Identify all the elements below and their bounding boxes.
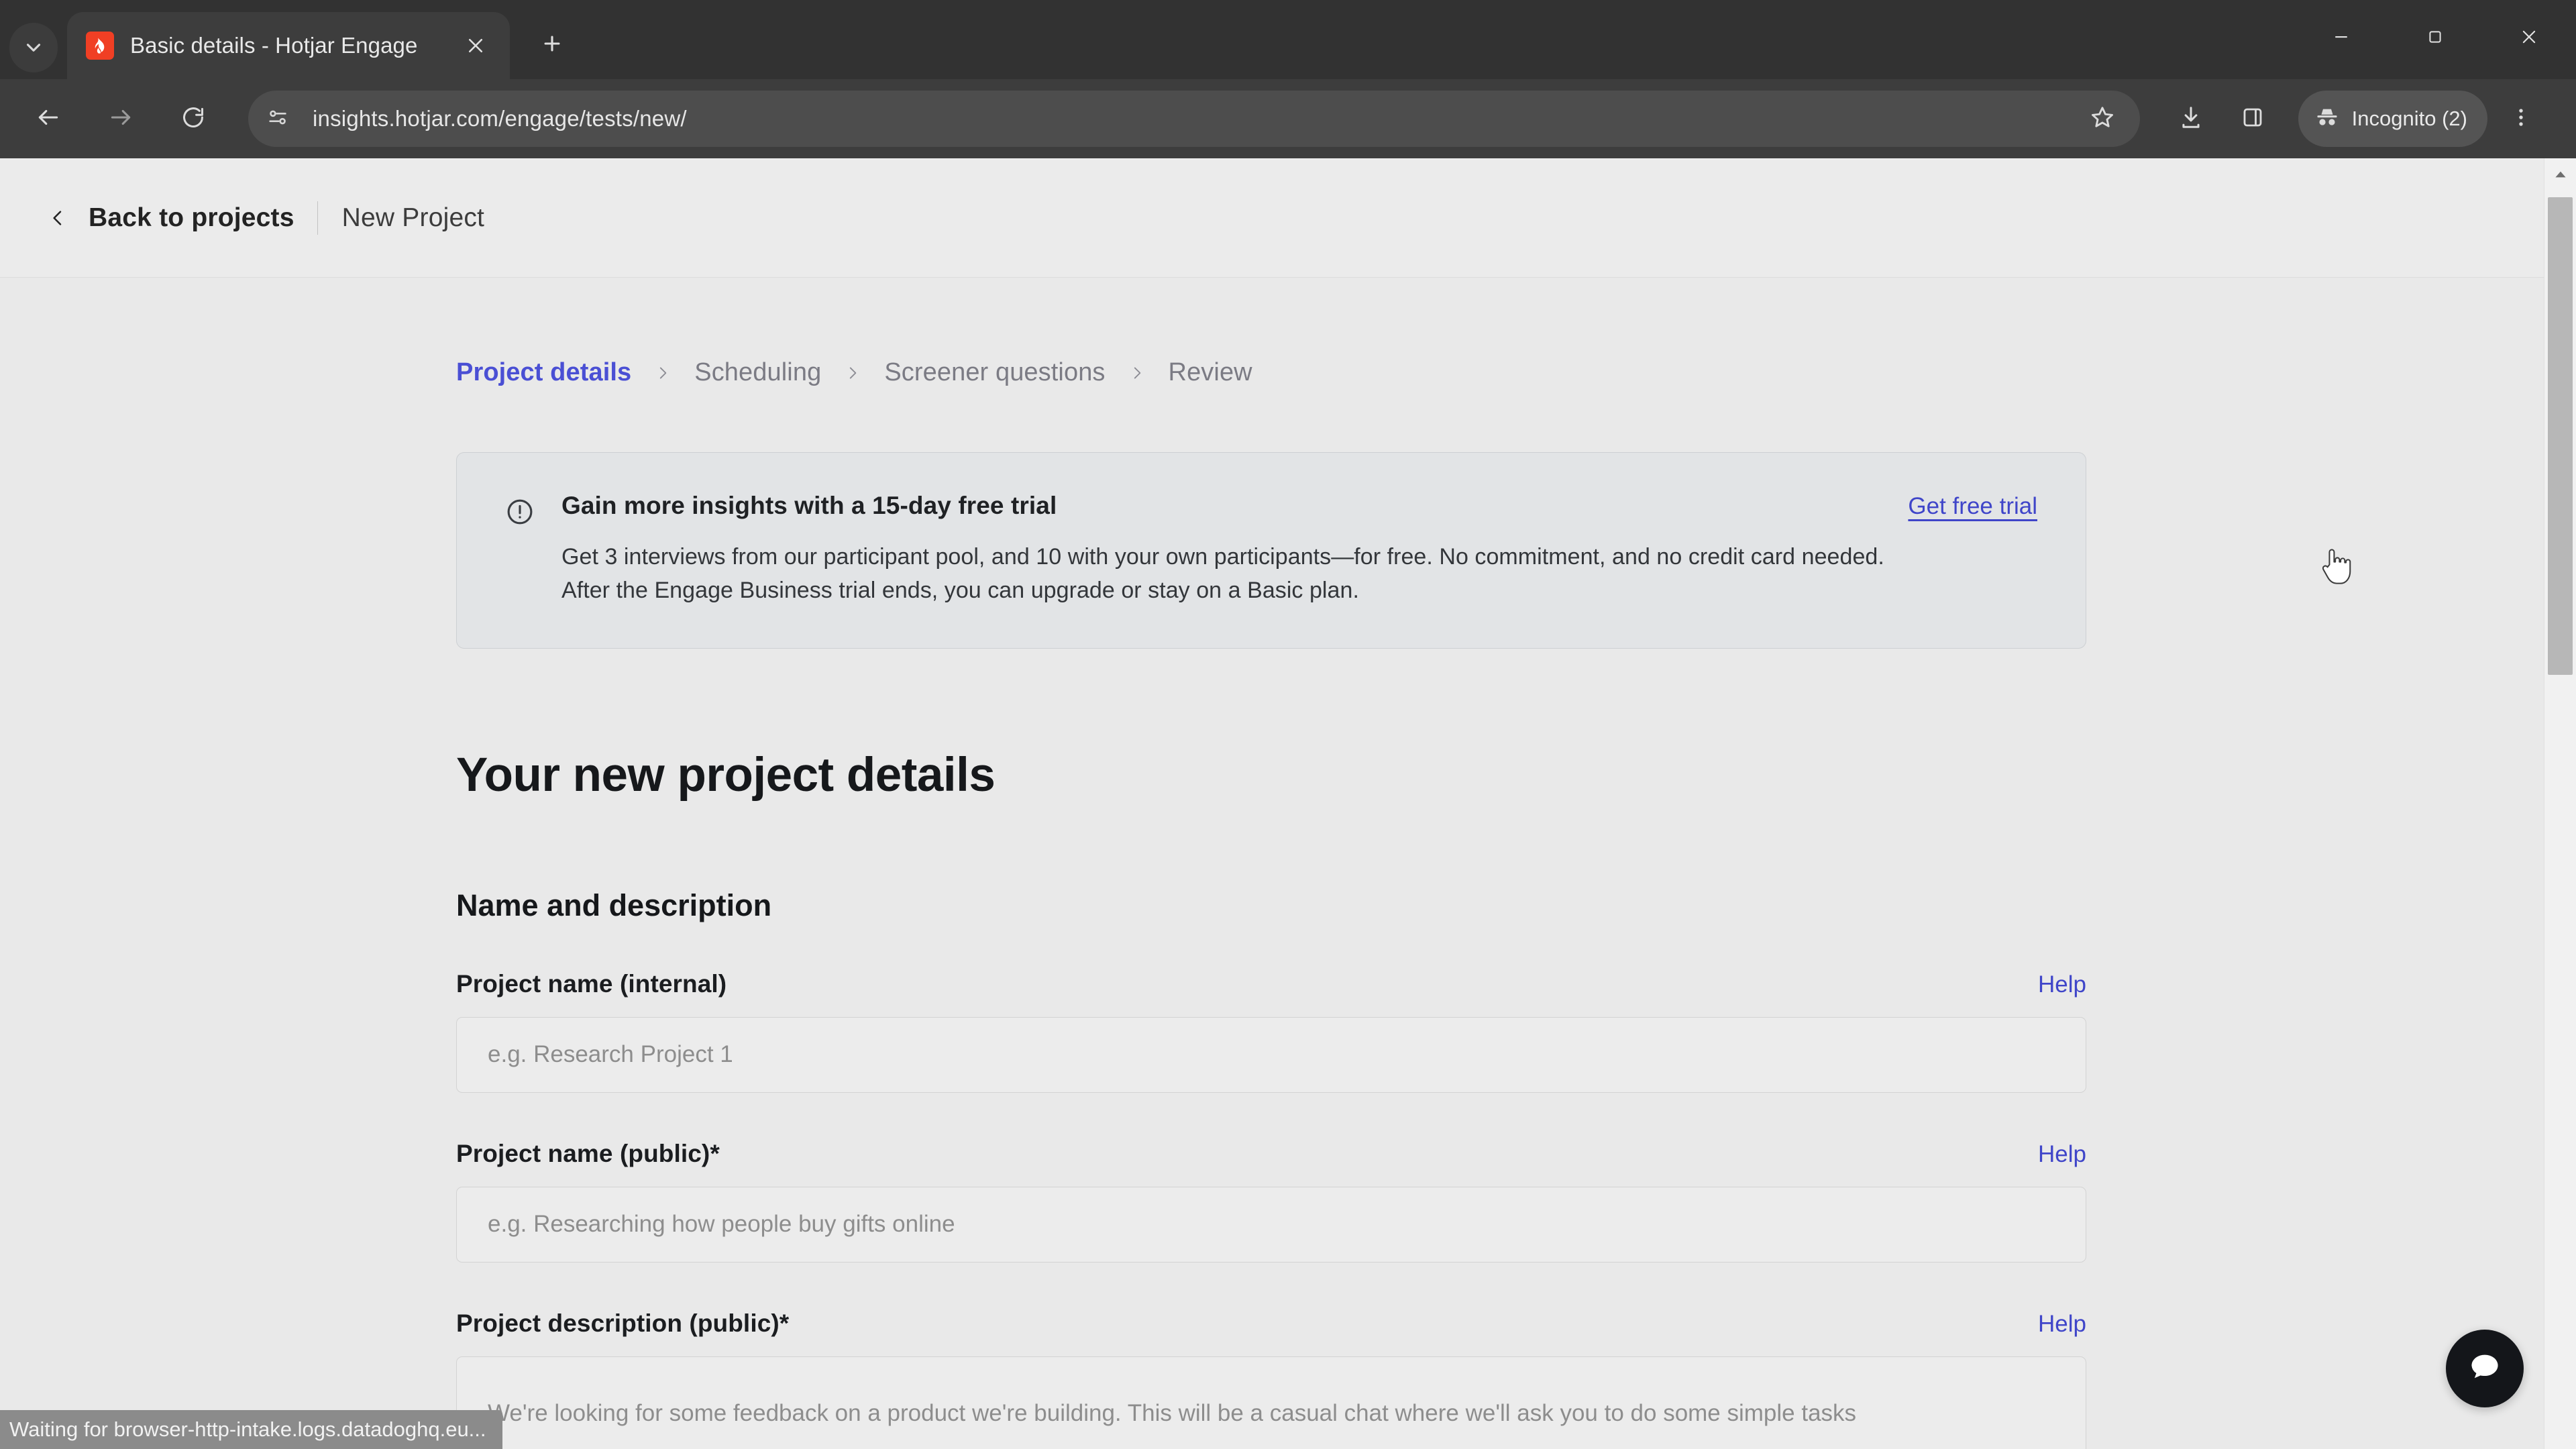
- project-name-internal-input[interactable]: [456, 1016, 2086, 1093]
- section-title-name-and-description: Name and description: [456, 888, 772, 922]
- project-name-public-input[interactable]: [456, 1186, 2086, 1263]
- field-header: Project name (public)* Help: [456, 1140, 2086, 1168]
- browser-window: Basic details - Hotjar Engage insights.h…: [0, 0, 2576, 1449]
- browser-toolbar: insights.hotjar.com/engage/tests/new/ In…: [0, 79, 2576, 158]
- step-scheduling[interactable]: Scheduling: [694, 358, 821, 387]
- window-close-button[interactable]: [2482, 0, 2576, 74]
- field-header: Project description (public)* Help: [456, 1309, 2086, 1338]
- help-link[interactable]: Help: [2038, 1141, 2086, 1168]
- chevron-down-icon: [22, 36, 45, 59]
- banner-title: Gain more insights with a 15-day free tr…: [561, 492, 1057, 519]
- help-link[interactable]: Help: [2038, 1311, 2086, 1338]
- tab-strip: Basic details - Hotjar Engage: [0, 0, 2576, 79]
- chevron-right-icon: [844, 360, 861, 386]
- step-project-details[interactable]: Project details: [456, 358, 631, 387]
- page-viewport: Back to projects New Project Project det…: [0, 158, 2576, 1449]
- star-icon: [2090, 105, 2115, 133]
- new-tab-button[interactable]: [529, 21, 576, 68]
- incognito-label: Incognito (2): [2351, 107, 2467, 130]
- alert-circle-icon: [505, 497, 535, 608]
- tab-close-button[interactable]: [458, 28, 494, 64]
- project-description-public-textarea[interactable]: [456, 1356, 2086, 1449]
- browser-tab[interactable]: Basic details - Hotjar Engage: [67, 12, 510, 79]
- downloads-button[interactable]: [2163, 91, 2219, 147]
- site-settings-button[interactable]: [255, 96, 301, 142]
- hotjar-favicon: [86, 32, 114, 60]
- page-content: Back to projects New Project Project det…: [0, 158, 2544, 1449]
- back-to-projects-link[interactable]: Back to projects: [47, 203, 317, 233]
- chevron-right-icon: [1128, 360, 1146, 386]
- app-header: Back to projects New Project: [0, 158, 2544, 278]
- step-screener-questions[interactable]: Screener questions: [884, 358, 1105, 387]
- browser-menu-button[interactable]: [2493, 91, 2549, 147]
- field-project-name-internal: Project name (internal) Help: [456, 970, 2086, 1093]
- tab-search-button[interactable]: [9, 23, 58, 72]
- download-icon: [2178, 105, 2204, 133]
- scroll-up-arrow-icon[interactable]: [2544, 158, 2576, 191]
- incognito-hat-icon: [2314, 105, 2340, 133]
- side-panel-icon: [2241, 105, 2265, 133]
- field-header: Project name (internal) Help: [456, 970, 2086, 998]
- window-maximize-button[interactable]: [2388, 0, 2482, 74]
- free-trial-banner: Gain more insights with a 15-day free tr…: [456, 452, 2086, 649]
- page-scrollbar[interactable]: [2544, 158, 2576, 1449]
- header-divider: [317, 201, 318, 235]
- field-label: Project name (public)*: [456, 1139, 720, 1167]
- forward-button[interactable]: [93, 91, 149, 147]
- get-free-trial-link[interactable]: Get free trial: [1908, 493, 2037, 520]
- reload-button[interactable]: [165, 91, 221, 147]
- banner-description: Get 3 interviews from our participant po…: [561, 544, 1884, 604]
- field-label: Project description (public)*: [456, 1309, 790, 1337]
- chat-launcher-button[interactable]: [2446, 1330, 2524, 1407]
- chevron-left-icon: [47, 204, 68, 232]
- step-review[interactable]: Review: [1169, 358, 1252, 387]
- field-project-name-public: Project name (public)* Help: [456, 1140, 2086, 1263]
- banner-body: Gain more insights with a 15-day free tr…: [561, 492, 2039, 608]
- page-title: Your new project details: [456, 748, 996, 802]
- window-minimize-button[interactable]: [2294, 0, 2388, 74]
- tab-title: Basic details - Hotjar Engage: [130, 33, 418, 58]
- incognito-indicator[interactable]: Incognito (2): [2298, 91, 2487, 147]
- back-to-projects-label: Back to projects: [89, 203, 294, 232]
- chevron-right-icon: [654, 360, 672, 386]
- side-panel-button[interactable]: [2224, 91, 2281, 147]
- help-link[interactable]: Help: [2038, 971, 2086, 998]
- main-content: Project details Scheduling Screener ques…: [0, 278, 2544, 1449]
- back-arrow-icon: [36, 105, 61, 133]
- plus-icon: [541, 32, 564, 58]
- address-bar[interactable]: insights.hotjar.com/engage/tests/new/: [248, 91, 2140, 147]
- page-subtitle: New Project: [341, 203, 485, 232]
- three-dot-menu-icon: [2510, 106, 2532, 132]
- field-label: Project name (internal): [456, 969, 727, 998]
- chat-bubble-icon: [2465, 1348, 2504, 1390]
- wizard-stepper: Project details Scheduling Screener ques…: [0, 278, 2544, 387]
- scrollbar-thumb[interactable]: [2548, 197, 2573, 675]
- reload-icon: [180, 105, 206, 133]
- browser-status-bar: Waiting for browser-http-intake.logs.dat…: [0, 1410, 502, 1449]
- window-controls: [2294, 0, 2576, 74]
- url-text: insights.hotjar.com/engage/tests/new/: [313, 106, 687, 131]
- field-project-description-public: Project description (public)* Help: [456, 1309, 2086, 1449]
- tune-icon: [266, 106, 289, 132]
- bookmark-button[interactable]: [2074, 91, 2131, 147]
- back-button[interactable]: [20, 91, 76, 147]
- forward-arrow-icon: [108, 105, 133, 133]
